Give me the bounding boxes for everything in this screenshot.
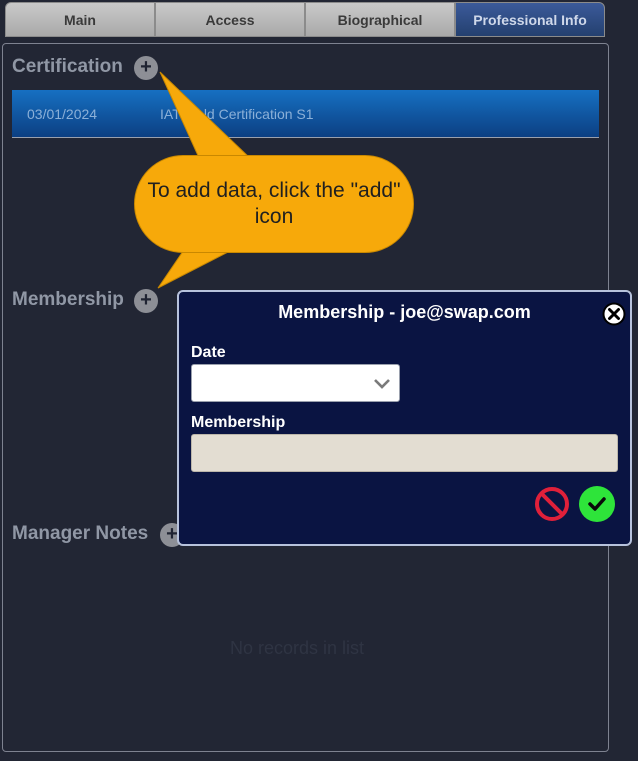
- date-label: Date: [191, 344, 226, 361]
- certification-name: IAT Field Certification S1: [160, 106, 314, 122]
- confirm-button[interactable]: [579, 486, 615, 522]
- certification-row[interactable]: 03/01/2024 IAT Field Certification S1: [12, 90, 599, 138]
- cancel-icon[interactable]: [534, 486, 570, 522]
- membership-label: Membership: [191, 414, 286, 431]
- certification-date: 03/01/2024: [27, 106, 98, 122]
- check-icon: [588, 497, 606, 511]
- close-icon[interactable]: [602, 302, 626, 326]
- dialog-title: Membership - joe@swap.com: [278, 302, 531, 322]
- manager-notes-empty-message: No records in list: [230, 638, 365, 658]
- add-membership-plus-icon[interactable]: +: [134, 289, 158, 313]
- tab-biographical[interactable]: Biographical: [305, 2, 455, 37]
- manager-notes-title: Manager Notes: [12, 523, 149, 544]
- chevron-down-icon: [374, 379, 390, 389]
- tab-access[interactable]: Access: [155, 2, 305, 37]
- membership-title: Membership: [12, 289, 124, 310]
- certification-title: Certification: [12, 56, 123, 77]
- tab-professional-info[interactable]: Professional Info: [455, 2, 605, 37]
- tab-bar: Main Access Biographical Professional In…: [5, 2, 605, 37]
- tab-main[interactable]: Main: [5, 2, 155, 37]
- membership-input[interactable]: [191, 434, 618, 472]
- callout-text: To add data, click the "add" icon: [147, 179, 401, 228]
- add-certification-plus-icon[interactable]: +: [134, 56, 158, 80]
- membership-dialog: Membership - joe@swap.com Date Membershi…: [177, 290, 632, 546]
- date-select[interactable]: [191, 364, 400, 402]
- callout-bubble: To add data, click the "add" icon: [134, 155, 414, 253]
